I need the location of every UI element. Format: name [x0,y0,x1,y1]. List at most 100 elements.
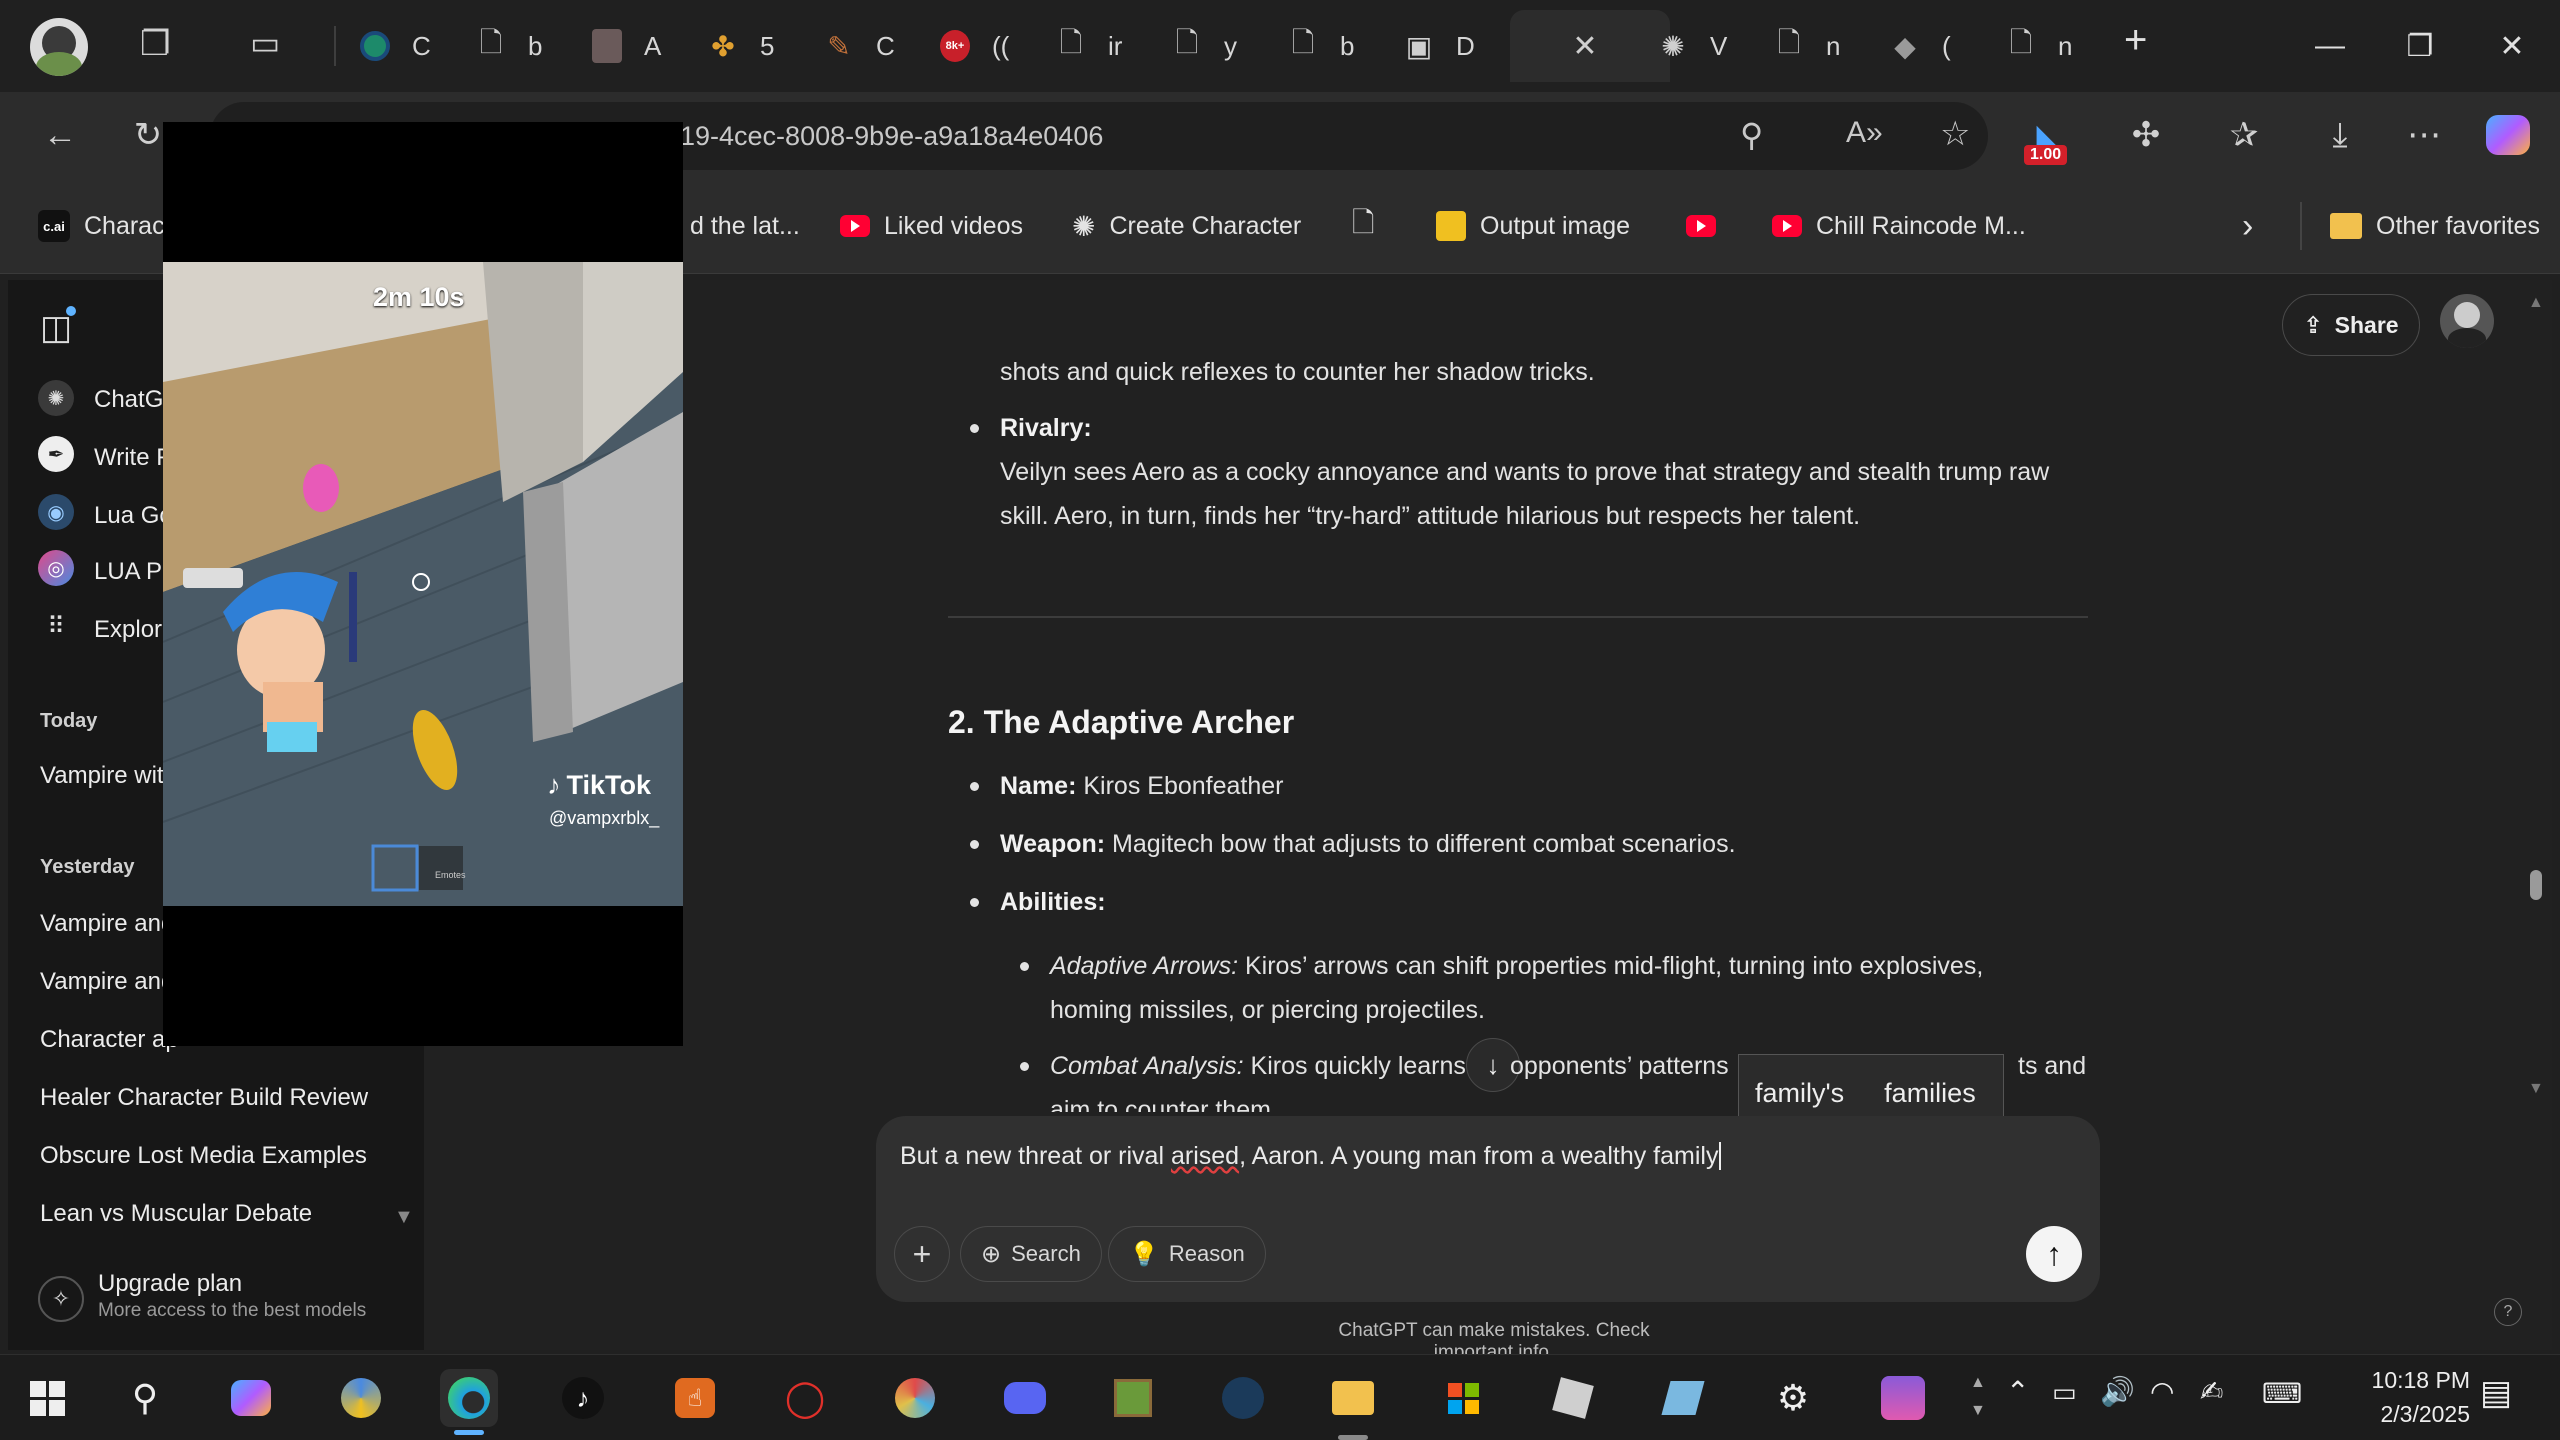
roblox-studio-icon[interactable] [1654,1369,1712,1427]
extensions-puzzle-icon[interactable]: ✣ [2118,107,2174,163]
upgrade-plan[interactable]: Upgrade plan [98,1270,242,1298]
opera-icon[interactable]: ◯ [776,1369,834,1427]
prompt-input[interactable]: But a new threat or rival arised, Aaron.… [900,1142,1722,1171]
tab-6[interactable]: 8k+(( [922,10,1032,82]
copilot-icon[interactable] [2480,107,2536,163]
anime-app-icon[interactable] [1874,1369,1932,1427]
back-icon[interactable]: ← [32,107,88,163]
wifi-icon[interactable]: ◠ [2150,1375,2174,1408]
profile-avatar[interactable] [30,18,88,76]
fav-latest[interactable]: d the lat... [690,206,800,246]
minimize-icon[interactable]: — [2300,18,2360,74]
taskbar-overflow-arrows[interactable]: ▲ ▼ [1970,1369,1986,1425]
user-avatar[interactable] [2440,294,2494,348]
tiktok-app-icon[interactable]: ♪ [554,1369,612,1427]
arrow-up-icon: ↑ [2046,1235,2062,1272]
suggestion-familys[interactable]: family's [1755,1078,1844,1109]
clock-date[interactable]: 2/3/2025 [2330,1401,2470,1428]
fav-other-favorites[interactable]: Other favorites [2330,206,2540,246]
lua-pro-icon: ◎ [38,550,74,586]
search-icon[interactable]: ⚲ [116,1369,174,1427]
favorite-star-icon[interactable]: ☆ [1940,114,1970,154]
fav-page[interactable]: 🗋 [1352,206,1375,246]
notification-center-icon[interactable]: ▤ [2480,1373,2512,1413]
scroll-down-arrow[interactable]: ▼ [2528,1080,2544,1098]
paint-app-icon[interactable] [886,1369,944,1427]
scrollbar-thumb[interactable] [2530,870,2542,900]
volume-icon[interactable]: 🔊 [2100,1375,2135,1408]
read-aloud-icon[interactable]: A» [1846,116,1883,150]
tab-3[interactable]: A [574,10,684,82]
tab-11[interactable]: ✺ V [1640,10,1750,82]
chat-item[interactable]: Healer Character Build Review [40,1084,368,1112]
pinwheel-app-icon[interactable] [332,1369,390,1427]
edge-browser-icon[interactable] [440,1369,498,1435]
show-hidden-icons-chevron[interactable]: ⌃ [2006,1375,2029,1408]
copilot-app-icon[interactable] [222,1369,280,1427]
store-icon[interactable] [1434,1369,1492,1427]
new-tab-icon[interactable]: + [2124,18,2147,63]
fav-create-character[interactable]: ✺ Create Character [1072,206,1301,246]
tab-8[interactable]: 🗋 y [1154,10,1264,82]
chevron-right-icon[interactable]: › [2242,206,2253,246]
tab-12[interactable]: 🗋 n [1756,10,1866,82]
hand-app-icon[interactable]: ☝ [666,1369,724,1427]
roblox-app-icon[interactable] [1544,1369,1602,1427]
tab-14[interactable]: 🗋 n [1988,10,2098,82]
minecraft-icon[interactable] [1104,1369,1162,1427]
workspaces-icon[interactable]: ❐ [140,24,170,64]
tab-4[interactable]: ✤ 5 [690,10,800,82]
suggestion-families[interactable]: families [1884,1078,1976,1109]
share-button[interactable]: ⇪ Share [2282,294,2420,356]
close-icon[interactable]: ✕ [1570,29,1600,63]
chat-item[interactable]: Character ap [40,1026,179,1054]
scroll-up-arrow[interactable]: ▲ [2528,294,2544,312]
chat-item[interactable]: Lean vs Muscular Debate [40,1200,312,1228]
pen-icon[interactable]: ✍ [2200,1375,2223,1408]
fav-character-ai[interactable]: c.ai Charact [38,206,172,246]
fav-youtube[interactable] [1686,206,1716,246]
chat-item[interactable]: Vampire with [40,762,177,790]
message-composer[interactable]: But a new threat or rival arised, Aaron.… [876,1116,2100,1302]
more-menu-icon[interactable]: ⋯ [2396,107,2452,163]
battery-icon[interactable]: ▭ [2052,1377,2077,1408]
page-icon: 🗋 [2009,27,2033,58]
download-icon[interactable]: ⤓ [2312,107,2368,163]
keyboard-icon[interactable]: ⌨ [2262,1377,2302,1410]
tab-10[interactable]: ▣ D [1386,10,1496,82]
favorites-icon[interactable]: ✰ [2216,107,2272,163]
restore-icon[interactable]: ❐ [2390,18,2450,74]
chat-item[interactable]: Obscure Lost Media Examples [40,1142,367,1170]
extension-icon[interactable]: ◣ 1.00 [2020,107,2076,165]
settings-gear-icon[interactable]: ⚙ [1764,1369,1822,1427]
gpt-item[interactable]: Write F [94,444,171,472]
tab-5[interactable]: ✎ C [806,10,916,82]
help-icon[interactable]: ? [2494,1298,2522,1326]
send-button[interactable]: ↑ [2026,1226,2082,1282]
fav-chill-raincode[interactable]: Chill Raincode M... [1772,206,2026,246]
attach-button[interactable]: + [894,1226,950,1282]
vertical-tabs-icon[interactable]: ▭ [250,24,280,62]
file-explorer-icon[interactable] [1324,1369,1382,1427]
chat-item[interactable]: Vampire and [40,910,174,938]
gpt-item[interactable]: Lua Go [94,502,173,530]
fav-output-image[interactable]: Output image [1436,206,1630,246]
tab-1[interactable]: C [342,10,452,82]
gpt-item[interactable]: LUA Pr [94,558,170,586]
start-windows-icon[interactable] [18,1369,76,1427]
tiktok-video-overlay[interactable]: 2m 10s ♪ TikTok @vampxrblx_ Emotes [163,122,683,1046]
clock-time[interactable]: 10:18 PM [2330,1367,2470,1394]
chat-item[interactable]: Vampire and [40,968,174,996]
tab-2[interactable]: 🗋 b [458,10,568,82]
window-close-icon[interactable]: ✕ [2482,18,2542,74]
steam-icon[interactable] [1214,1369,1272,1427]
zoom-icon[interactable]: ⚲ [1740,116,1763,154]
tab-9[interactable]: 🗋 b [1270,10,1380,82]
fav-liked-videos[interactable]: Liked videos [840,206,1023,246]
tab-13[interactable]: ◆( [1872,10,1982,82]
discord-icon[interactable] [996,1369,1054,1427]
scroll-down-icon[interactable]: ▼ [394,1206,414,1229]
search-button[interactable]: ⊕ Search [960,1226,1102,1282]
tab-7[interactable]: 🗋 ir [1038,10,1148,82]
reason-button[interactable]: 💡 Reason [1108,1226,1266,1282]
